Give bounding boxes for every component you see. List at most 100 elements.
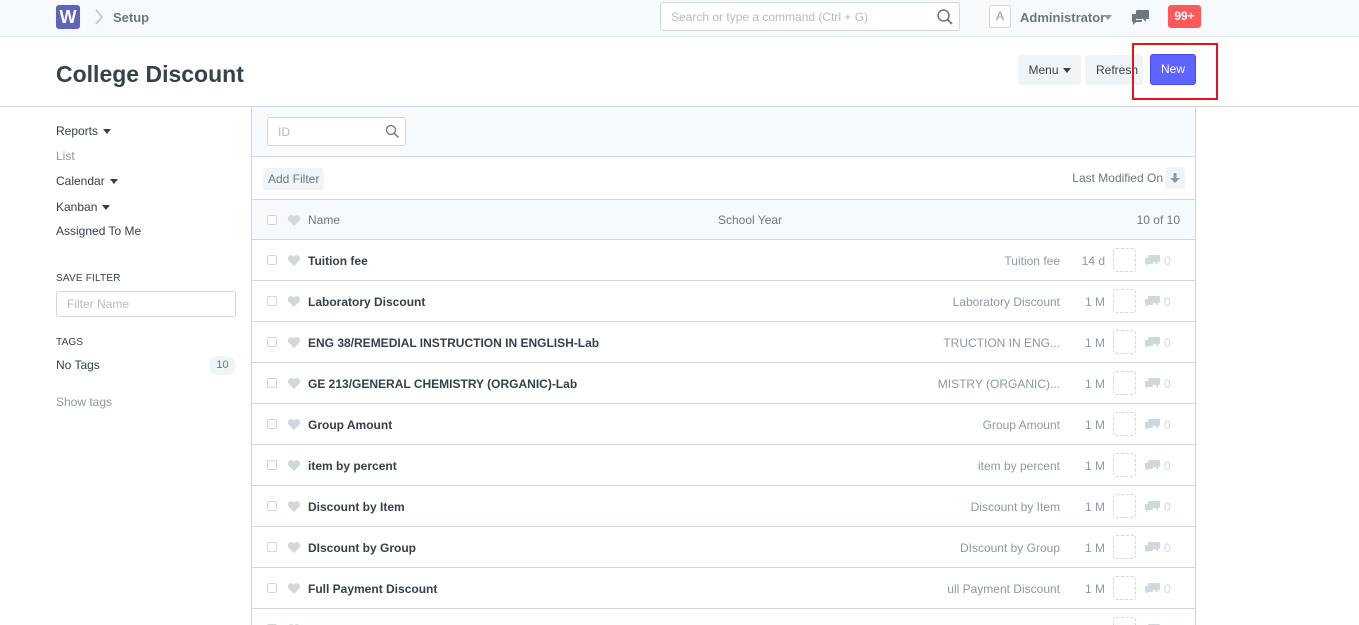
tag-no-tags[interactable]: No Tags	[56, 358, 100, 372]
caret-down-icon	[1062, 68, 1071, 74]
row-modified: 1 M	[1084, 418, 1105, 432]
table-row[interactable]: ENG 38/REMEDIAL INSTRUCTION IN ENGLISH-L…	[252, 322, 1195, 363]
row-name-link[interactable]: item by percent	[308, 459, 397, 473]
filter-name-input[interactable]	[56, 291, 236, 317]
heart-icon[interactable]	[287, 418, 301, 431]
row-assign-avatar[interactable]	[1113, 453, 1136, 477]
user-menu[interactable]: Administrator	[1020, 10, 1105, 25]
heart-icon[interactable]	[287, 336, 301, 349]
table-row[interactable]: GE 213/GENERAL CHEMISTRY (ORGANIC)-Lab MI…	[252, 363, 1195, 404]
heart-icon[interactable]	[287, 500, 301, 513]
sidebar: Reports List Calendar Kanban Assigned To…	[56, 107, 238, 625]
table-row[interactable]: Laboratory Discount Laboratory Discount 1 …	[252, 281, 1195, 322]
avatar[interactable]: A	[989, 5, 1011, 28]
id-filter-input[interactable]	[269, 119, 379, 144]
row-assign-avatar[interactable]	[1113, 330, 1136, 354]
search-input[interactable]	[662, 4, 932, 29]
sidebar-item-list[interactable]: List	[56, 149, 75, 163]
heart-icon[interactable]	[287, 214, 301, 227]
row-assign-avatar[interactable]	[1113, 576, 1136, 600]
app-logo[interactable]: W	[56, 5, 80, 29]
row-checkbox[interactable]	[267, 337, 277, 347]
row-checkbox[interactable]	[267, 460, 277, 470]
caret-down-icon[interactable]	[1104, 15, 1112, 20]
row-assign-avatar[interactable]	[1113, 289, 1136, 313]
list-count: 10 of 10	[1136, 213, 1180, 227]
heart-icon[interactable]	[287, 254, 301, 267]
row-checkbox[interactable]	[267, 501, 277, 511]
arrow-down-icon	[1170, 173, 1180, 183]
table-row[interactable]: Group Amount Group Amount 1 M 0	[252, 404, 1195, 445]
row-comment-count: 0	[1164, 295, 1171, 309]
search-icon[interactable]	[936, 8, 954, 26]
heart-icon[interactable]	[287, 541, 301, 554]
select-all-checkbox[interactable]	[267, 215, 277, 225]
row-comment-count: 0	[1164, 254, 1171, 268]
row-school-year: MISTRY (ORGANIC)...	[937, 377, 1060, 391]
menu-button-label: Menu	[1028, 63, 1059, 77]
row-checkbox[interactable]	[267, 419, 277, 429]
row-assign-avatar[interactable]	[1113, 248, 1136, 272]
row-name-link[interactable]: Discount by Item	[308, 500, 405, 514]
row-checkbox[interactable]	[267, 296, 277, 306]
row-checkbox[interactable]	[267, 542, 277, 552]
row-checkbox[interactable]	[267, 583, 277, 593]
row-assign-avatar[interactable]	[1113, 617, 1136, 625]
menu-button[interactable]: Menu	[1018, 55, 1081, 85]
sidebar-item-label: List	[56, 149, 75, 163]
sidebar-item-reports[interactable]: Reports	[56, 124, 112, 138]
row-assign-avatar[interactable]	[1113, 412, 1136, 436]
sidebar-item-calendar[interactable]: Calendar	[56, 174, 118, 188]
table-row[interactable]: Full Payment Discount ull Payment Discoun…	[252, 568, 1195, 609]
comment-icon	[1144, 501, 1160, 512]
row-name-link[interactable]: ENG 38/REMEDIAL INSTRUCTION IN ENGLISH-L…	[308, 336, 599, 350]
row-comment-count: 0	[1164, 582, 1171, 596]
row-assign-avatar[interactable]	[1113, 535, 1136, 559]
table-row[interactable]: 0	[252, 609, 1195, 625]
row-name-link[interactable]: GE 213/GENERAL CHEMISTRY (ORGANIC)-Lab	[308, 377, 577, 391]
heart-icon[interactable]	[287, 582, 301, 595]
row-name-link[interactable]: Full Payment Discount	[308, 582, 437, 596]
row-modified: 1 M	[1084, 500, 1105, 514]
sort-selector[interactable]: Last Modified On	[1072, 171, 1163, 185]
caret-down-icon	[109, 179, 118, 185]
table-row[interactable]: Tuition fee Tuition fee 14 d 0	[252, 240, 1195, 281]
row-checkbox[interactable]	[267, 378, 277, 388]
show-tags-link[interactable]: Show tags	[56, 395, 112, 409]
row-comment-count: 0	[1164, 377, 1171, 391]
page-title: College Discount	[56, 61, 244, 87]
row-name-link[interactable]: Laboratory Discount	[308, 295, 425, 309]
row-school-year: Laboratory Discount	[952, 295, 1060, 309]
breadcrumb-setup[interactable]: Setup	[113, 10, 149, 25]
heart-icon[interactable]	[287, 295, 301, 308]
row-name-link[interactable]: Group Amount	[308, 418, 392, 432]
table-row[interactable]: item by percent item by percent 1 M 0	[252, 445, 1195, 486]
row-comment-count: 0	[1164, 500, 1171, 514]
caret-down-icon	[103, 129, 112, 135]
add-filter-button[interactable]: Add Filter	[263, 168, 325, 190]
row-assign-avatar[interactable]	[1113, 494, 1136, 518]
list-view: Add Filter Last Modified On Name School …	[251, 107, 1196, 625]
table-row[interactable]: Discount by Item Discount by Item 1 M 0	[252, 486, 1195, 527]
standard-filter-area	[252, 107, 1195, 157]
filter-bar: Add Filter Last Modified On	[252, 157, 1195, 200]
row-checkbox[interactable]	[267, 255, 277, 265]
search-icon	[385, 124, 400, 139]
heart-icon[interactable]	[287, 459, 301, 472]
sidebar-item-label: Calendar	[56, 174, 105, 188]
row-modified: 14 d	[1081, 254, 1105, 268]
annotation-highlight-box	[1132, 43, 1218, 100]
chat-icon[interactable]	[1131, 8, 1151, 26]
row-school-year-cell: MISTRY (ORGANIC)...	[852, 377, 1060, 393]
row-modified: 1 M	[1084, 336, 1105, 350]
sort-order-button[interactable]	[1165, 167, 1185, 189]
sidebar-item-assigned-to-me[interactable]: Assigned To Me	[56, 224, 141, 238]
heart-icon[interactable]	[287, 377, 301, 390]
row-assign-avatar[interactable]	[1113, 371, 1136, 395]
notifications-badge[interactable]: 99+	[1168, 5, 1201, 28]
row-name-link[interactable]: Tuition fee	[308, 254, 368, 268]
sidebar-item-kanban[interactable]: Kanban	[56, 200, 111, 214]
table-row[interactable]: DIscount by Group DIscount by Group 1 M 0	[252, 527, 1195, 568]
row-name-link[interactable]: DIscount by Group	[308, 541, 416, 555]
column-header-name: Name	[308, 213, 341, 227]
